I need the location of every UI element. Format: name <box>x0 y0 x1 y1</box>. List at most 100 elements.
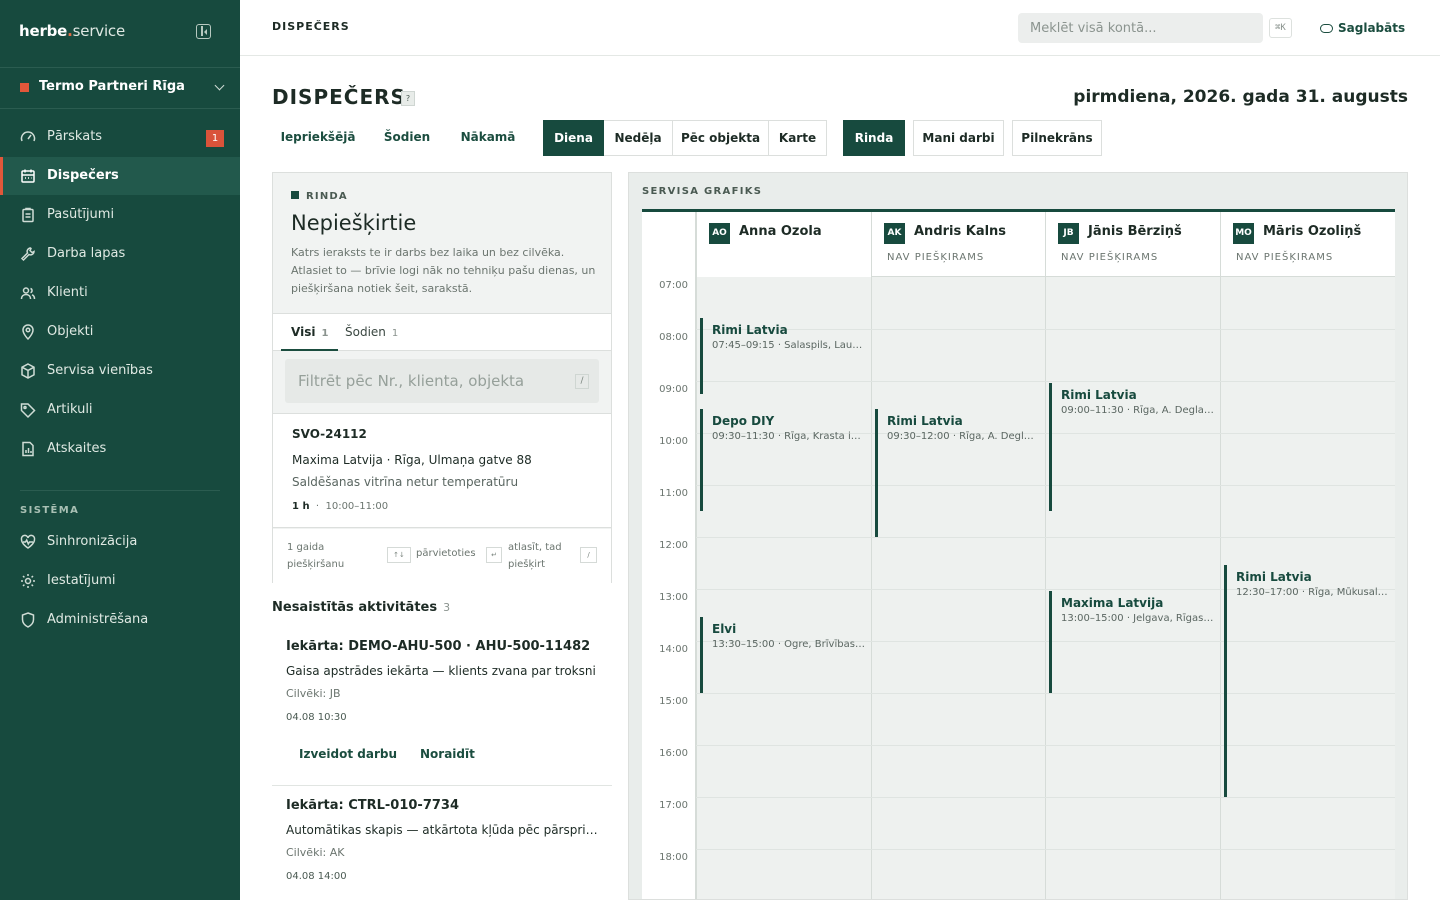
time-label: 18:00 <box>659 852 688 863</box>
hour-gridline <box>696 797 1395 798</box>
arrow-keys-hint: ↑↓ <box>387 547 411 563</box>
schedule-event[interactable]: Depo DIY 09:30–11:30 · Rīga, Krasta iela … <box>700 409 867 511</box>
sidebar-item-parskats[interactable]: Pārskats 1 <box>0 118 240 156</box>
global-search[interactable] <box>1018 13 1263 43</box>
technician-avatar: AK <box>884 223 905 244</box>
event-details: 09:00–11:30 · Rīga, A. Deglava iela 67 <box>1061 405 1214 416</box>
unlinked-activities-heading: Nesaistītās aktivitātes 3 <box>272 600 450 615</box>
event-title: Rimi Latvia <box>887 414 963 428</box>
queue-filter-input[interactable] <box>285 359 599 403</box>
technician-name: Anna Ozola <box>739 224 822 239</box>
view-week-button[interactable]: Nedēļa <box>604 120 673 156</box>
box-icon <box>19 362 37 380</box>
schedule-event[interactable]: Rimi Latvia 09:00–11:30 · Rīga, A. Deglav… <box>1049 383 1216 511</box>
sidebar-section-label: SISTĒMA <box>20 505 80 516</box>
brand-logo[interactable]: herbe.service <box>19 22 125 40</box>
technician-status: NAV PIEŠĶIRAMS <box>1061 252 1159 263</box>
technician-name: Andris Kalns <box>914 224 1007 239</box>
time-label: 10:00 <box>659 436 688 447</box>
company-switcher[interactable]: Termo Partneri Rīga <box>0 68 240 108</box>
sidebar-item-sinhronizacija[interactable]: Sinhronizācija <box>0 523 240 561</box>
activity-item: Iekārta: CTRL-010-7734 Automātikas skapi… <box>272 798 612 898</box>
queue-mode-button[interactable]: Rinda <box>843 120 905 156</box>
view-by-object-button[interactable]: Pēc objekta <box>672 120 769 156</box>
time-label: 14:00 <box>659 644 688 655</box>
activity-description: Automātikas skapis — atkārtota kļūda pēc… <box>286 823 602 837</box>
next-day-button[interactable]: Nākamā <box>449 120 527 156</box>
service-schedule: SERVISA GRAFIKS AO Anna Ozola AK Andris Kal… <box>628 172 1408 900</box>
sidebar-item-objekti[interactable]: Objekti <box>0 313 240 351</box>
job-location: Maxima Latvija · Rīga, Ulmaņa gatve 88 <box>292 453 532 467</box>
saved-status: Saglabāts <box>1320 18 1405 38</box>
event-title: Maxima Latvija <box>1061 596 1164 610</box>
search-input[interactable] <box>1018 13 1263 43</box>
view-day-button[interactable]: Diena <box>543 120 604 156</box>
tab-label: Šodien <box>345 325 386 339</box>
sidebar-item-darba-lapas[interactable]: Darba lapas <box>0 235 240 273</box>
queue-footer: 1 gaida piešķiršanu ↑↓ pārvietoties ↵ at… <box>273 529 611 583</box>
technician-avatar: MO <box>1233 223 1254 244</box>
sidebar-item-label: Darba lapas <box>47 246 126 261</box>
technician-header[interactable]: MO Māris Ozoliņš NAV PIEŠĶIRAMS <box>1220 212 1395 277</box>
collapse-sidebar-icon[interactable] <box>196 24 211 39</box>
hour-gridline <box>696 537 1395 538</box>
help-button[interactable]: ? <box>401 91 415 106</box>
fullscreen-button[interactable]: Pilnekrāns <box>1012 120 1102 156</box>
sidebar-divider <box>20 490 220 491</box>
event-details: 09:30–12:00 · Rīga, A. Deglava iela 67 <box>887 431 1039 442</box>
activity-people: Cilvēki: AK <box>286 846 345 859</box>
sidebar-item-iestatijumi[interactable]: Iestatījumi <box>0 562 240 600</box>
breadcrumb: DISPEČERS <box>272 20 350 33</box>
schedule-event[interactable]: Elvi 13:30–15:00 · Ogre, Brīvības iela 12 <box>700 617 867 693</box>
queue-job-card[interactable]: SVO-24112 Maxima Latvija · Rīga, Ulmaņa … <box>273 413 611 528</box>
sidebar-item-administresana[interactable]: Administrēšana <box>0 601 240 639</box>
activity-time: 04.08 10:30 <box>286 712 347 723</box>
sidebar-item-atskaites[interactable]: Atskaites <box>0 430 240 468</box>
tab-count: 1 <box>391 328 399 339</box>
tab-all[interactable]: Visi 1 <box>281 314 339 351</box>
schedule-event[interactable]: Rimi Latvia 07:45–09:15 · Salaspils, Lauk… <box>700 318 867 394</box>
reject-button[interactable]: Noraidīt <box>420 747 475 761</box>
queue-description: Katrs ieraksts te ir darbs bez laika un … <box>291 246 596 295</box>
job-time: 10:00–11:00 <box>325 501 389 512</box>
map-pin-icon <box>19 323 37 341</box>
sidebar-divider <box>0 108 240 109</box>
tab-today[interactable]: Šodien 1 <box>345 314 398 351</box>
create-job-button[interactable]: Izveidot darbu <box>299 747 397 761</box>
sidebar-item-artikuli[interactable]: Artikuli <box>0 391 240 429</box>
technician-header[interactable]: AO Anna Ozola <box>696 212 871 277</box>
today-button[interactable]: Šodien <box>374 120 440 156</box>
previous-day-button[interactable]: Iepriekšējā <box>272 120 364 156</box>
sidebar-item-dispecers[interactable]: Dispečers <box>0 157 240 195</box>
technician-name: Jānis Bērziņš <box>1088 224 1182 239</box>
view-map-button[interactable]: Karte <box>768 120 827 156</box>
saved-label: Saglabāts <box>1338 21 1406 35</box>
queue-filter[interactable]: / <box>285 359 599 403</box>
event-title: Rimi Latvia <box>1061 388 1137 402</box>
event-title: Depo DIY <box>712 414 775 428</box>
sidebar-item-servisa-vienibas[interactable]: Servisa vienības <box>0 352 240 390</box>
technician-header[interactable]: AK Andris Kalns NAV PIEŠĶIRAMS <box>871 212 1045 277</box>
top-bar: DISPEČERS ⌘K Saglabāts <box>240 0 1440 56</box>
activity-description: Gaisa apstrādes iekārta — klients zvana … <box>286 664 596 678</box>
schedule-event[interactable]: Rimi Latvia 12:30–17:00 · Rīga, Mūkusalas… <box>1224 565 1391 797</box>
sidebar-item-pasutijumi[interactable]: Pasūtījumi <box>0 196 240 234</box>
brand-name: herbe <box>19 22 68 40</box>
schedule-grid: AO Anna Ozola AK Andris Kalns NAV PIEŠĶIRAMS… <box>642 209 1395 899</box>
technician-status: NAV PIEŠĶIRAMS <box>1236 252 1334 263</box>
sidebar-item-label: Objekti <box>47 324 94 339</box>
heart-pulse-icon <box>19 533 37 551</box>
gauge-icon <box>19 128 37 146</box>
my-jobs-button[interactable]: Mani darbi <box>913 120 1004 156</box>
schedule-event[interactable]: Rimi Latvia 09:30–12:00 · Rīga, A. Deglav… <box>875 409 1041 537</box>
section-title: Nesaistītās aktivitātes <box>272 600 438 615</box>
brand-suffix: service <box>72 22 126 40</box>
technician-header[interactable]: JB Jānis Bērziņš NAV PIEŠĶIRAMS <box>1045 212 1220 277</box>
sidebar-item-klienti[interactable]: Klienti <box>0 274 240 312</box>
time-label: 16:00 <box>659 748 688 759</box>
section-count: 3 <box>443 601 451 614</box>
company-color-swatch <box>20 83 29 92</box>
activity-title: Iekārta: DEMO-AHU-500 · AHU-500-11482 <box>286 639 591 654</box>
technician-name: Māris Ozoliņš <box>1263 224 1362 239</box>
schedule-event[interactable]: Maxima Latvija 13:00–15:00 · Jelgava, Rīg… <box>1049 591 1216 693</box>
